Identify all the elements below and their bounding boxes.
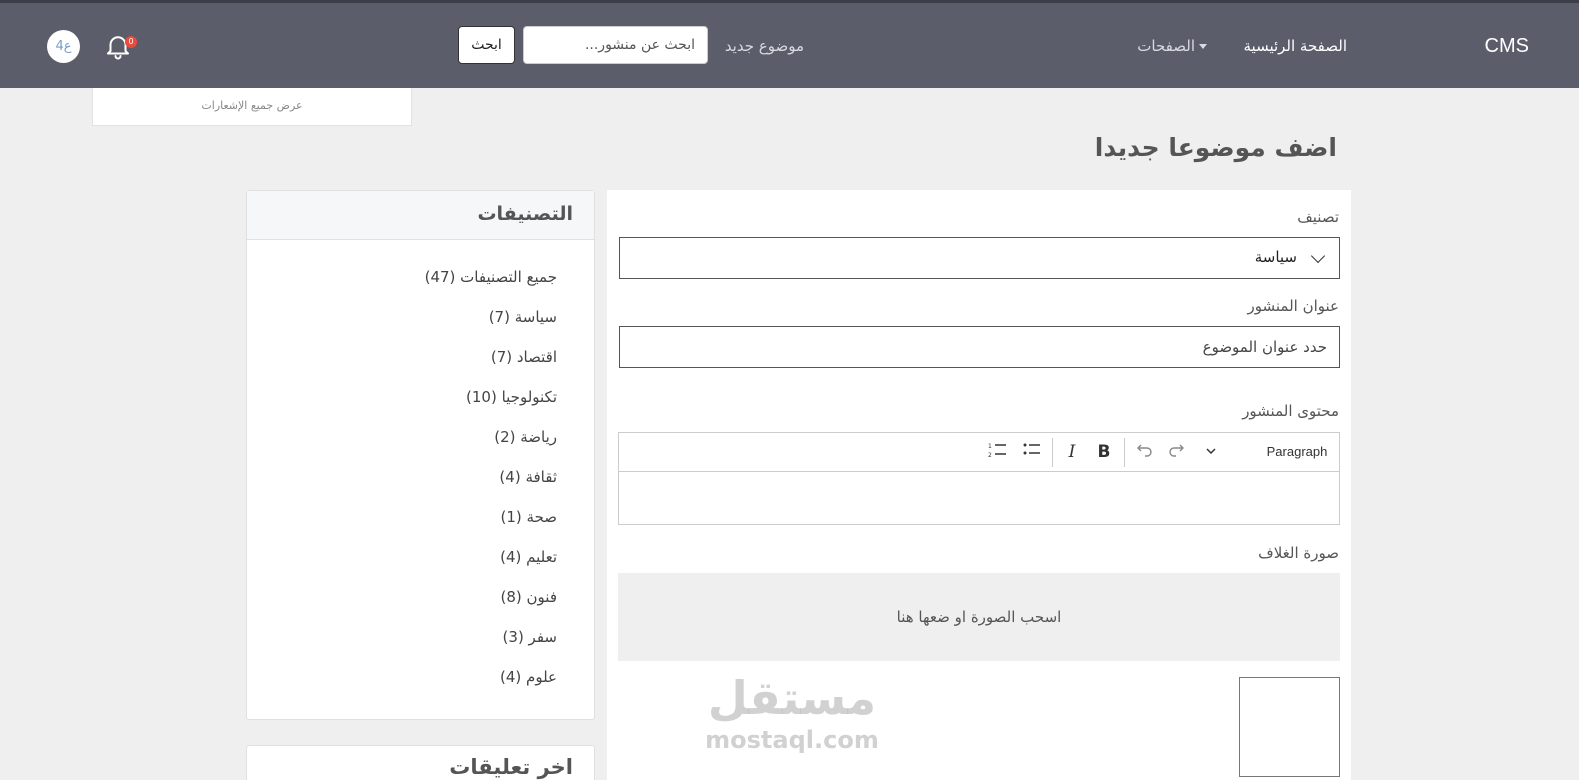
view-all-notifications-link[interactable]: عرض جميع الإشعارات	[201, 99, 302, 112]
svg-text:2: 2	[988, 452, 992, 459]
categories-panel: التصنيفات جميع التصنيفات (47) سياسة (7) …	[246, 190, 595, 720]
bulleted-list-icon[interactable]	[1020, 441, 1044, 463]
category-item[interactable]: تعليم (4)	[425, 548, 557, 588]
category-item[interactable]: سياسة (7)	[425, 308, 557, 348]
navbar: CMS الصفحة الرئيسية الصفحات موضوع جديد ا…	[0, 3, 1579, 88]
content-label: محتوى المنشور	[1242, 402, 1339, 420]
nav-pages-label: الصفحات	[1137, 37, 1195, 55]
svg-text:1: 1	[988, 443, 992, 450]
category-item[interactable]: تكنولوجيا (10)	[425, 388, 557, 428]
rich-text-editor: Paragraph B I 12	[618, 432, 1340, 525]
redo-icon[interactable]	[1165, 441, 1189, 463]
undo-icon[interactable]	[1132, 441, 1156, 463]
nav-home-link[interactable]: الصفحة الرئيسية	[1244, 37, 1348, 55]
chevron-down-icon[interactable]	[1201, 441, 1221, 463]
categories-title: التصنيفات	[477, 203, 573, 225]
category-item[interactable]: اقتصاد (7)	[425, 348, 557, 388]
category-select[interactable]: سياسة	[619, 237, 1340, 279]
notification-badge: 0	[125, 36, 137, 48]
bold-button[interactable]: B	[1093, 441, 1115, 463]
category-item[interactable]: فنون (8)	[425, 588, 558, 628]
category-item[interactable]: جميع التصنيفات (47)	[425, 268, 557, 308]
categories-list: جميع التصنيفات (47) سياسة (7) اقتصاد (7)…	[425, 268, 557, 708]
cover-image-label: صورة الغلاف	[1258, 544, 1339, 562]
image-dropzone[interactable]: اسحب الصورة او ضعها هنا	[618, 573, 1340, 661]
editor-toolbar: Paragraph B I 12	[619, 433, 1339, 472]
paragraph-format-dropdown[interactable]: Paragraph	[1262, 441, 1332, 463]
notifications-dropdown: عرض جميع الإشعارات	[92, 88, 412, 126]
brand-logo[interactable]: CMS	[1485, 35, 1529, 58]
category-selected-value: سياسة	[1254, 248, 1297, 266]
post-title-input[interactable]	[619, 326, 1340, 368]
category-item[interactable]: ثقافة (4)	[425, 468, 557, 508]
category-item[interactable]: رياضة (2)	[425, 428, 557, 468]
watermark-arabic: مستقل	[707, 671, 877, 725]
page-title: اضف موضوعا جديدا	[1094, 133, 1337, 162]
numbered-list-icon[interactable]: 12	[986, 441, 1010, 463]
category-item[interactable]: علوم (4)	[425, 668, 557, 708]
search-input[interactable]	[523, 26, 708, 64]
latest-comments-panel: اخر تعليقات	[246, 745, 595, 780]
nav-pages-dropdown[interactable]: الصفحات	[1137, 37, 1207, 55]
category-item[interactable]: سفر (3)	[425, 628, 557, 668]
watermark: مستقل mostaql.com	[692, 670, 892, 754]
category-label: تصنيف	[1297, 208, 1339, 226]
editor-content-area[interactable]	[619, 472, 1339, 524]
categories-header: التصنيفات	[247, 191, 594, 240]
caret-down-icon	[1199, 44, 1207, 49]
watermark-latin: mostaql.com	[705, 726, 879, 754]
toolbar-separator	[1052, 438, 1053, 467]
chevron-down-icon	[1310, 248, 1326, 264]
avatar[interactable]: ع4	[47, 30, 80, 63]
search-button[interactable]: ابحث	[458, 26, 515, 64]
latest-comments-title: اخر تعليقات	[449, 755, 573, 779]
toolbar-separator	[1124, 438, 1125, 467]
title-label: عنوان المنشور	[1247, 297, 1340, 315]
image-preview	[1239, 677, 1340, 777]
nav-new-topic-link[interactable]: موضوع جديد	[725, 37, 804, 55]
italic-button[interactable]: I	[1061, 441, 1083, 463]
category-item[interactable]: صحة (1)	[425, 508, 558, 548]
